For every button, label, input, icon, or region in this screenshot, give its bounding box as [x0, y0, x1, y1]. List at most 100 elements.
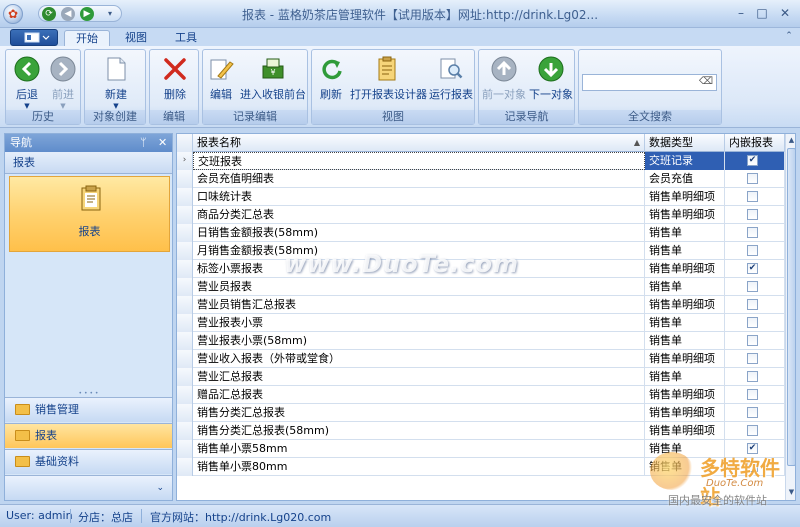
nav-button-basic-data[interactable]: 基础资料 — [5, 449, 172, 474]
embedded-checkbox[interactable] — [747, 191, 758, 202]
edit-button[interactable]: 编辑 — [206, 54, 236, 110]
app-menu-icon[interactable]: ✿ — [3, 4, 23, 24]
embedded-checkbox[interactable] — [747, 209, 758, 220]
row-indicator[interactable] — [177, 350, 193, 368]
embedded-checkbox[interactable] — [747, 173, 758, 184]
row-indicator[interactable] — [177, 242, 193, 260]
minimize-icon[interactable]: – — [732, 5, 750, 21]
forward-button[interactable]: 前进 ▼ — [46, 54, 80, 110]
row-indicator[interactable] — [177, 170, 193, 188]
embedded-checkbox[interactable]: ✔ — [747, 443, 758, 454]
table-row[interactable]: 日销售金额报表(58mm) 销售单 — [177, 224, 785, 242]
tab-start[interactable]: 开始 — [64, 30, 110, 47]
close-icon[interactable]: ✕ — [776, 5, 794, 21]
embedded-checkbox[interactable] — [747, 299, 758, 310]
cell-data-type[interactable]: 销售单 — [645, 242, 725, 260]
cell-report-name[interactable]: 交班报表 — [193, 152, 645, 170]
cell-data-type[interactable]: 销售单明细项 — [645, 296, 725, 314]
table-row[interactable]: 销售单小票58mm 销售单 ✔ — [177, 440, 785, 458]
row-indicator[interactable] — [177, 368, 193, 386]
scroll-up-icon[interactable]: ▲ — [786, 134, 795, 146]
refresh-button[interactable]: 刷新 — [316, 54, 346, 110]
embedded-checkbox[interactable] — [747, 461, 758, 472]
embedded-checkbox[interactable] — [747, 281, 758, 292]
embedded-checkbox[interactable] — [747, 371, 758, 382]
cell-data-type[interactable]: 销售单 — [645, 278, 725, 296]
row-indicator[interactable] — [177, 206, 193, 224]
row-indicator[interactable] — [177, 440, 193, 458]
cell-data-type[interactable]: 销售单明细项 — [645, 350, 725, 368]
cell-data-type[interactable]: 会员充值 — [645, 170, 725, 188]
table-row[interactable]: 赠品汇总报表 销售单明细项 — [177, 386, 785, 404]
embedded-checkbox[interactable]: ✔ — [747, 155, 758, 166]
table-row[interactable]: 营业员销售汇总报表 销售单明细项 — [177, 296, 785, 314]
scroll-thumb[interactable] — [787, 148, 795, 466]
file-menu-button[interactable] — [10, 29, 58, 46]
row-indicator[interactable] — [177, 332, 193, 350]
embedded-checkbox[interactable] — [747, 317, 758, 328]
table-row[interactable]: 口味统计表 销售单明细项 — [177, 188, 785, 206]
close-pane-icon[interactable]: ✕ — [158, 134, 167, 151]
status-website[interactable]: 官方网站：http://drink.Lg020.com — [150, 509, 331, 525]
cell-report-name[interactable]: 日销售金额报表(58mm) — [193, 224, 645, 242]
tab-tools[interactable]: 工具 — [166, 30, 206, 47]
row-indicator[interactable] — [177, 224, 193, 242]
table-row[interactable]: 营业汇总报表 销售单 — [177, 368, 785, 386]
eraser-icon[interactable]: ⌫ — [699, 76, 713, 87]
cell-report-name[interactable]: 商品分类汇总表 — [193, 206, 645, 224]
cell-report-name[interactable]: 会员充值明细表 — [193, 170, 645, 188]
row-indicator[interactable] — [177, 458, 193, 476]
embedded-checkbox[interactable] — [747, 425, 758, 436]
maximize-icon[interactable]: □ — [753, 5, 771, 21]
embedded-checkbox[interactable] — [747, 353, 758, 364]
nav-overflow-bar[interactable]: ⌄ — [5, 475, 172, 500]
cell-data-type[interactable]: 销售单明细项 — [645, 386, 725, 404]
cell-report-name[interactable]: 销售分类汇总报表 — [193, 404, 645, 422]
scroll-down-icon[interactable]: ▼ — [786, 486, 795, 498]
row-indicator[interactable] — [177, 188, 193, 206]
embedded-checkbox[interactable] — [747, 227, 758, 238]
cell-report-name[interactable]: 赠品汇总报表 — [193, 386, 645, 404]
row-indicator[interactable]: › — [177, 152, 193, 170]
embedded-checkbox[interactable] — [747, 245, 758, 256]
column-report-name[interactable]: 报表名称 ▲ — [193, 134, 645, 152]
cell-report-name[interactable]: 营业员报表 — [193, 278, 645, 296]
fulltext-search-input[interactable]: ⌫ — [582, 74, 717, 91]
cell-data-type[interactable]: 销售单 — [645, 332, 725, 350]
cell-data-type[interactable]: 销售单明细项 — [645, 260, 725, 278]
enter-pos-button[interactable]: ¥ 进入收银前台 — [239, 54, 307, 110]
delete-button[interactable]: 删除 — [156, 54, 194, 110]
row-indicator[interactable] — [177, 296, 193, 314]
run-report-button[interactable]: 运行报表 — [428, 54, 474, 110]
customize-qat-icon[interactable]: ▾ — [103, 7, 117, 21]
row-indicator[interactable] — [177, 314, 193, 332]
embedded-checkbox[interactable] — [747, 407, 758, 418]
next-object-button[interactable]: 下一对象 — [528, 54, 574, 110]
forward-icon[interactable]: ▶ — [80, 7, 94, 21]
table-row[interactable]: 销售单小票80mm 销售单 — [177, 458, 785, 476]
table-row[interactable]: › 交班报表 交班记录 ✔ — [177, 152, 785, 170]
back-button[interactable]: 后退 ▼ — [10, 54, 44, 110]
embedded-checkbox[interactable] — [747, 389, 758, 400]
embedded-checkbox[interactable] — [747, 335, 758, 346]
column-data-type[interactable]: 数据类型 — [645, 134, 725, 152]
table-row[interactable]: 营业员报表 销售单 — [177, 278, 785, 296]
cell-data-type[interactable]: 交班记录 — [645, 152, 725, 170]
cell-report-name[interactable]: 销售单小票58mm — [193, 440, 645, 458]
table-row[interactable]: 营业报表小票 销售单 — [177, 314, 785, 332]
table-row[interactable]: 销售分类汇总报表 销售单明细项 — [177, 404, 785, 422]
cell-data-type[interactable]: 销售单 — [645, 368, 725, 386]
cell-data-type[interactable]: 销售单 — [645, 314, 725, 332]
row-indicator[interactable] — [177, 422, 193, 440]
row-indicator[interactable] — [177, 278, 193, 296]
table-row[interactable]: 会员充值明细表 会员充值 — [177, 170, 785, 188]
column-embedded[interactable]: 内嵌报表 — [725, 134, 785, 152]
cell-report-name[interactable]: 销售分类汇总报表(58mm) — [193, 422, 645, 440]
table-row[interactable]: 销售分类汇总报表(58mm) 销售单明细项 — [177, 422, 785, 440]
cell-data-type[interactable]: 销售单明细项 — [645, 404, 725, 422]
cell-data-type[interactable]: 销售单 — [645, 224, 725, 242]
open-designer-button[interactable]: 打开报表设计器 — [350, 54, 427, 110]
cell-data-type[interactable]: 销售单明细项 — [645, 422, 725, 440]
table-row[interactable]: 营业报表小票(58mm) 销售单 — [177, 332, 785, 350]
cell-data-type[interactable]: 销售单 — [645, 458, 725, 476]
